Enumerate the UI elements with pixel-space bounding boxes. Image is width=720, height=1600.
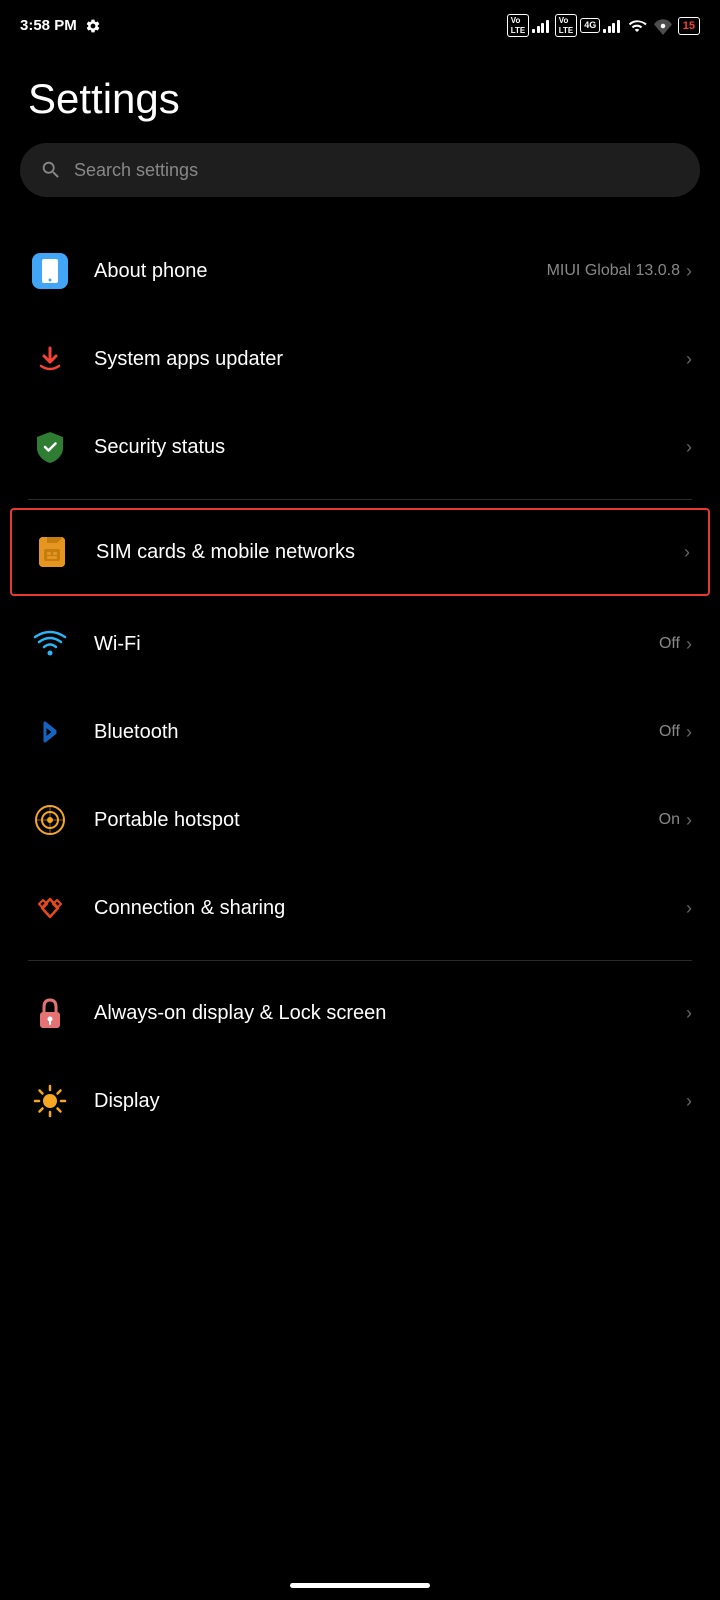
system-apps-right: › (686, 349, 692, 370)
hotspot-subtitle: On (659, 811, 680, 829)
sim-cards-content: SIM cards & mobile networks › (96, 541, 690, 564)
sim-cards-label: SIM cards & mobile networks (96, 541, 355, 564)
bluetooth-chevron: › (686, 722, 692, 743)
settings-list: About phone MIUI Global 13.0.8 › System … (0, 227, 720, 1145)
settings-item-bluetooth[interactable]: Bluetooth Off › (0, 688, 720, 776)
bluetooth-label: Bluetooth (94, 721, 179, 744)
sim-cards-chevron: › (684, 542, 690, 563)
wifi-subtitle: Off (659, 635, 680, 653)
always-on-chevron: › (686, 1003, 692, 1024)
status-icons-area: VoLTE VoLTE 4G (507, 14, 700, 37)
security-status-right: › (686, 437, 692, 458)
always-on-right: › (686, 1003, 692, 1024)
bluetooth-content: Bluetooth Off › (94, 721, 692, 744)
phone-icon (28, 249, 72, 293)
bluetooth-right: Off › (659, 722, 692, 743)
time-display: 3:58 PM (20, 17, 77, 34)
connection-chevron: › (686, 898, 692, 919)
hotspot-status-icon (654, 17, 672, 35)
sim-cards-right: › (684, 542, 690, 563)
volte2-badge: VoLTE (555, 14, 578, 37)
display-chevron: › (686, 1091, 692, 1112)
settings-item-system-apps-updater[interactable]: System apps updater › (0, 315, 720, 403)
always-on-content: Always-on display & Lock screen › (94, 1000, 692, 1026)
bluetooth-subtitle: Off (659, 723, 680, 741)
security-status-label: Security status (94, 436, 225, 459)
sun-icon (28, 1079, 72, 1123)
display-content: Display › (94, 1090, 692, 1113)
signal-bars-2 (603, 19, 620, 33)
settings-item-connection-sharing[interactable]: Connection & sharing › (0, 864, 720, 952)
hotspot-right: On › (659, 810, 692, 831)
settings-item-about-phone[interactable]: About phone MIUI Global 13.0.8 › (0, 227, 720, 315)
hotspot-label: Portable hotspot (94, 809, 240, 832)
status-time-area: 3:58 PM (20, 17, 101, 34)
about-phone-right: MIUI Global 13.0.8 › (547, 261, 692, 282)
about-phone-chevron: › (686, 261, 692, 282)
about-phone-subtitle: MIUI Global 13.0.8 (547, 262, 680, 280)
sim-icon (30, 530, 74, 574)
display-label: Display (94, 1090, 160, 1113)
bluetooth-icon (28, 710, 72, 754)
bottom-nav-indicator (290, 1583, 430, 1588)
settings-item-wifi[interactable]: Wi-Fi Off › (0, 600, 720, 688)
connection-content: Connection & sharing › (94, 897, 692, 920)
connection-right: › (686, 898, 692, 919)
search-placeholder: Search settings (74, 160, 198, 181)
update-icon (28, 337, 72, 381)
system-apps-content: System apps updater › (94, 348, 692, 371)
system-apps-chevron: › (686, 349, 692, 370)
4g-badge: 4G (580, 18, 600, 33)
settings-item-security-status[interactable]: Security status › (0, 403, 720, 491)
lock-icon (28, 991, 72, 1035)
settings-item-portable-hotspot[interactable]: Portable hotspot On › (0, 776, 720, 864)
search-bar[interactable]: Search settings (20, 143, 700, 197)
settings-item-sim-cards[interactable]: SIM cards & mobile networks › (10, 508, 710, 596)
hotspot-chevron: › (686, 810, 692, 831)
security-status-chevron: › (686, 437, 692, 458)
search-icon (40, 159, 62, 181)
about-phone-label: About phone (94, 260, 207, 283)
hotspot-content: Portable hotspot On › (94, 809, 692, 832)
status-bar: 3:58 PM VoLTE VoLTE 4G (0, 0, 720, 45)
wifi-content: Wi-Fi Off › (94, 633, 692, 656)
connection-icon (28, 886, 72, 930)
page-title: Settings (0, 45, 720, 143)
divider-1 (28, 499, 692, 500)
signal-bars-1 (532, 19, 549, 33)
display-right: › (686, 1091, 692, 1112)
settings-item-always-on-display[interactable]: Always-on display & Lock screen › (0, 969, 720, 1057)
wifi-label: Wi-Fi (94, 633, 141, 656)
settings-item-display[interactable]: Display › (0, 1057, 720, 1145)
sim2-signal: VoLTE 4G (555, 14, 620, 37)
divider-2 (28, 960, 692, 961)
about-phone-content: About phone MIUI Global 13.0.8 › (94, 260, 692, 283)
system-apps-label: System apps updater (94, 348, 283, 371)
wifi-icon (28, 622, 72, 666)
volte1-badge: VoLTE (507, 14, 530, 37)
hotspot-icon (28, 798, 72, 842)
gear-icon (85, 18, 101, 34)
wifi-right: Off › (659, 634, 692, 655)
wifi-chevron: › (686, 634, 692, 655)
wifi-status-icon (626, 17, 648, 35)
security-status-content: Security status › (94, 436, 692, 459)
connection-label: Connection & sharing (94, 897, 285, 920)
shield-check-icon (28, 425, 72, 469)
sim1-signal: VoLTE (507, 14, 549, 37)
battery-indicator: 15 (678, 17, 700, 35)
always-on-label: Always-on display & Lock screen (94, 1000, 386, 1026)
